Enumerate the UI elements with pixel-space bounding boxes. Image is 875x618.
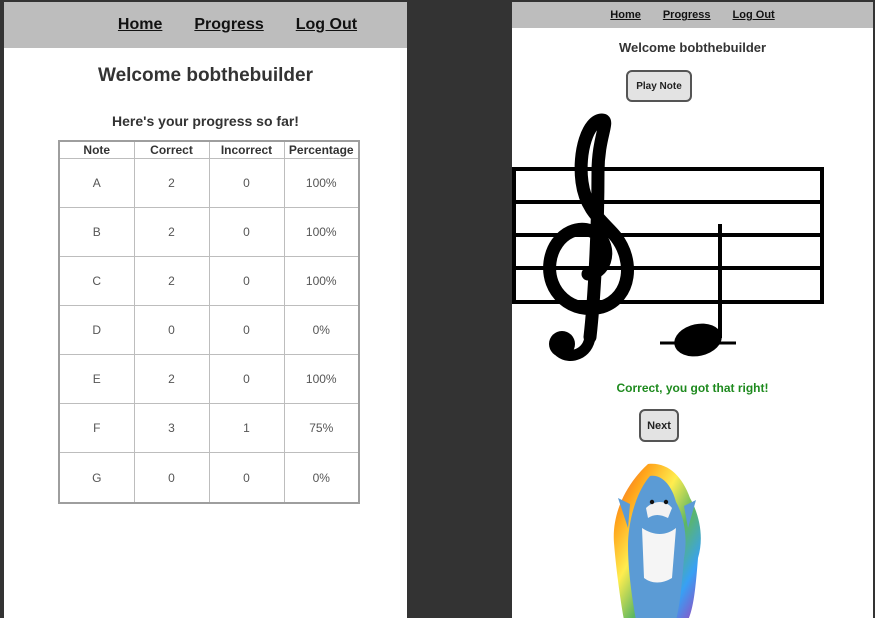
cell-note: A [58,158,135,208]
welcome-heading: Welcome bobthebuilder [618,40,767,55]
column-header-note: Note [58,140,135,159]
cell-incorrect: 0 [208,256,285,306]
column-header-correct: Correct [133,140,210,159]
cell-correct: 2 [133,354,210,404]
cell-note: E [58,354,135,404]
clef-tail-dot [549,331,575,357]
table-row: D 0 0 0% [58,305,360,355]
navbar: Home Progress Log Out [512,2,873,28]
cell-note: F [58,403,135,453]
table-header-row: Note Correct Incorrect Percentage [58,140,360,159]
cell-incorrect: 0 [208,354,285,404]
cell-correct: 0 [133,305,210,355]
next-button[interactable]: Next [639,409,679,442]
correct-message: Correct, you got that right! [616,381,769,395]
cell-correct: 2 [133,158,210,208]
cell-percentage: 0% [283,452,360,504]
progress-table: Note Correct Incorrect Percentage A 2 0 100… [58,140,360,504]
progress-subtitle: Here's your progress so far! [112,113,299,129]
cell-percentage: 100% [283,207,360,257]
table-row: E 2 0 100% [58,354,360,404]
column-header-percentage: Percentage [283,140,360,159]
cell-incorrect: 0 [208,452,285,504]
quiz-screen: Home Progress Log Out Welcome bobthebuil… [512,2,873,618]
nav-home-link[interactable]: Home [118,16,162,34]
cell-percentage: 0% [283,305,360,355]
cell-incorrect: 0 [208,158,285,208]
table-row: B 2 0 100% [58,207,360,257]
cell-note: C [58,256,135,306]
cell-note: D [58,305,135,355]
cell-note: G [58,452,135,504]
nav-home-link[interactable]: Home [610,9,641,21]
quarter-note-icon [660,224,736,357]
column-header-incorrect: Incorrect [208,140,285,159]
progress-screen: Home Progress Log Out Welcome bobthebuil… [4,2,407,618]
cell-incorrect: 1 [208,403,285,453]
cell-note: B [58,207,135,257]
table-row: G 0 0 0% [58,452,360,504]
cell-percentage: 100% [283,158,360,208]
table-row: F 3 1 75% [58,403,360,453]
nav-progress-link[interactable]: Progress [194,16,263,34]
cell-correct: 2 [133,207,210,257]
welcome-heading: Welcome bobthebuilder [97,65,313,86]
cell-incorrect: 0 [208,207,285,257]
cell-correct: 2 [133,256,210,306]
dancing-shark-icon [613,463,701,618]
cell-percentage: 75% [283,403,360,453]
cell-incorrect: 0 [208,305,285,355]
table-row: C 2 0 100% [58,256,360,306]
cell-percentage: 100% [283,256,360,306]
navbar: Home Progress Log Out [4,2,407,48]
cell-correct: 0 [133,452,210,504]
cell-percentage: 100% [283,354,360,404]
nav-logout-link[interactable]: Log Out [733,9,775,21]
treble-clef-staff-icon [512,113,824,361]
cell-correct: 3 [133,403,210,453]
play-note-button[interactable]: Play Note [626,70,692,102]
nav-logout-link[interactable]: Log Out [296,16,357,34]
treble-clef-icon [543,113,634,361]
nav-progress-link[interactable]: Progress [663,9,711,21]
table-row: A 2 0 100% [58,158,360,208]
